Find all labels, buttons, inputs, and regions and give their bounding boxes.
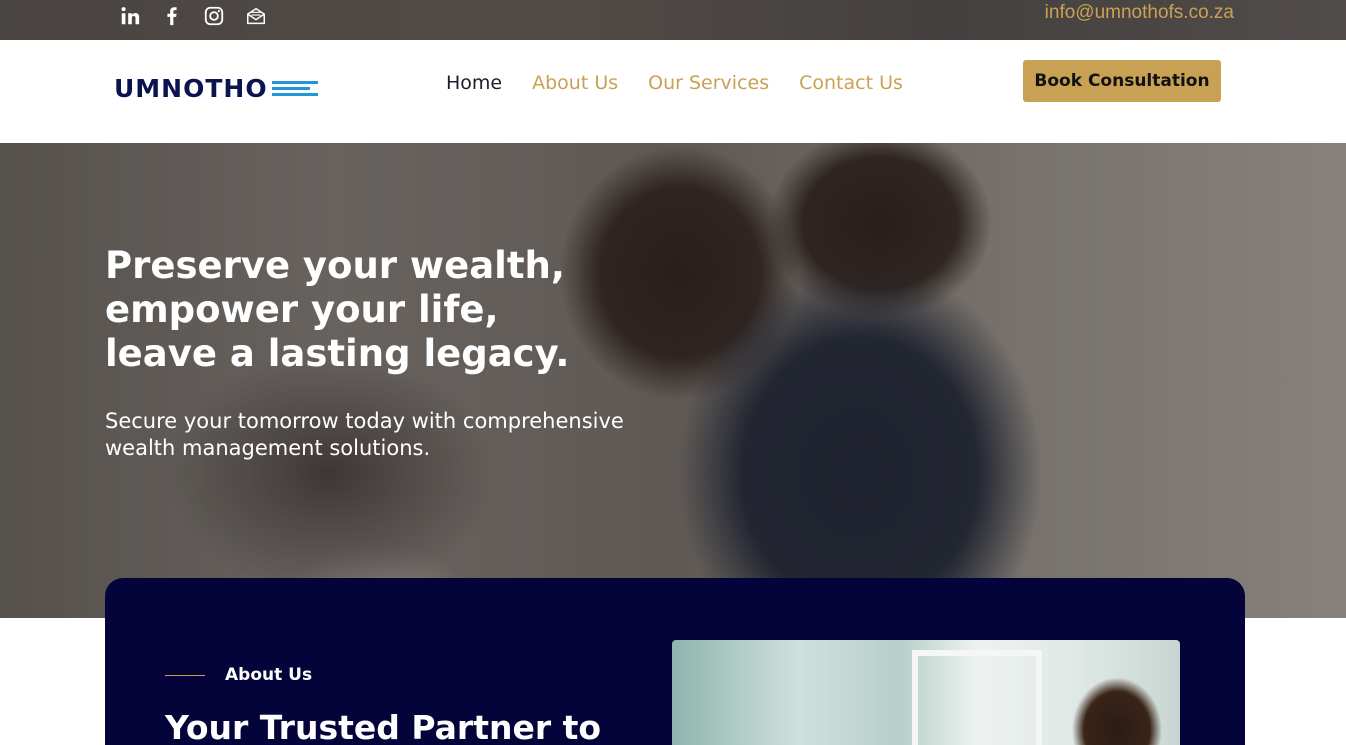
about-section: About Us Your Trusted Partner to <box>105 578 1245 745</box>
nav-home[interactable]: Home <box>446 72 502 94</box>
umnotho-logo[interactable]: UMNOTHO <box>114 76 318 101</box>
hero-title: Preserve your wealth, empower your life,… <box>105 244 625 376</box>
logo-bars-icon <box>271 81 318 96</box>
about-image-window-frame <box>912 650 1042 745</box>
about-image <box>672 640 1180 745</box>
hero-title-line-3: leave a lasting legacy. <box>105 332 570 375</box>
nav-our-services[interactable]: Our Services <box>648 72 769 94</box>
book-consultation-button[interactable]: Book Consultation <box>1023 60 1221 102</box>
main-nav: Home About Us Our Services Contact Us <box>446 72 903 94</box>
contact-email-link[interactable]: info@umnothofs.co.za <box>1045 2 1234 24</box>
hero-image-overlay <box>0 143 1346 618</box>
hero-subtitle: Secure your tomorrow today with comprehe… <box>105 409 624 460</box>
about-eyebrow: About Us <box>165 665 312 685</box>
nav-about-us[interactable]: About Us <box>532 72 618 94</box>
logo-text: UMNOTHO <box>114 74 268 103</box>
eyebrow-divider <box>165 674 205 676</box>
nav-contact-us[interactable]: Contact Us <box>799 72 903 94</box>
site-header: UMNOTHO Home About Us Our Services Conta… <box>0 40 1346 143</box>
instagram-icon[interactable] <box>202 4 226 28</box>
about-heading: Your Trusted Partner to <box>165 708 602 745</box>
about-eyebrow-label: About Us <box>225 665 313 685</box>
hero-title-line-1: Preserve your wealth, <box>105 244 565 287</box>
hero-title-line-2: empower your life, <box>105 288 499 331</box>
linkedin-icon[interactable] <box>118 4 142 28</box>
social-links <box>118 4 268 28</box>
mail-icon[interactable] <box>244 4 268 28</box>
hero-section: Preserve your wealth, empower your life,… <box>0 143 1346 618</box>
facebook-icon[interactable] <box>160 4 184 28</box>
top-bar: info@umnothofs.co.za <box>0 0 1346 40</box>
